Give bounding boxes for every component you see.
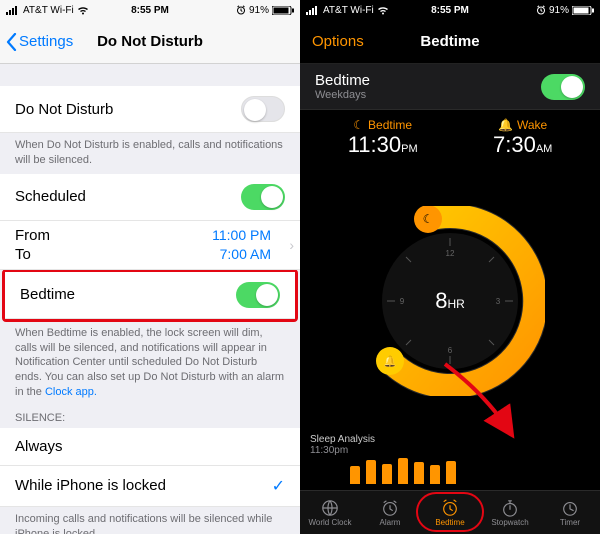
tab-stopwatch[interactable]: Stopwatch	[480, 491, 540, 534]
tab-timer[interactable]: Timer	[540, 491, 600, 534]
nav-title: Do Not Disturb	[97, 33, 203, 50]
options-button[interactable]: Options	[312, 33, 364, 50]
dnd-label: Do Not Disturb	[15, 101, 113, 118]
globe-icon	[320, 499, 340, 517]
highlight-box: Bedtime	[2, 269, 298, 322]
svg-text:12: 12	[446, 249, 455, 258]
wake-time-block: 🔔 Wake 7:30AM	[493, 118, 552, 158]
svg-text:3: 3	[496, 297, 501, 306]
alarm-clock-icon	[380, 499, 400, 517]
battery-icon	[272, 6, 294, 15]
timer-icon	[560, 499, 580, 517]
silence-header: SILENCE:	[0, 406, 300, 428]
nav-bar: Options Bedtime	[300, 20, 600, 64]
bedtime-value: 11:30	[348, 132, 401, 157]
svg-text:☾: ☾	[423, 212, 434, 226]
schedule-time-row[interactable]: From 11:00 PM To 7:00 AM ›	[0, 221, 300, 270]
always-label: Always	[15, 438, 63, 455]
tab-label: Stopwatch	[491, 518, 528, 527]
tab-world-clock[interactable]: World Clock	[300, 491, 360, 534]
battery-icon	[572, 6, 594, 15]
status-bar: AT&T Wi-Fi 8:55 PM 91%	[0, 0, 300, 20]
nav-bar: Settings Do Not Disturb	[0, 20, 300, 64]
moon-icon: ☾	[353, 118, 364, 132]
wake-header: Wake	[517, 118, 547, 132]
sleep-analysis[interactable]: Sleep Analysis 11:30pm	[310, 434, 590, 490]
scheduled-row[interactable]: Scheduled	[0, 174, 300, 221]
wifi-icon	[377, 6, 389, 15]
bedtime-header: Bedtime	[368, 118, 412, 132]
bedtime-screen: AT&T Wi-Fi 8:55 PM 91% Options Bedtime B…	[300, 0, 600, 534]
settings-screen: AT&T Wi-Fi 8:55 PM 91% Settings Do Not D…	[0, 0, 300, 534]
status-bar: AT&T Wi-Fi 8:55 PM 91%	[300, 0, 600, 20]
sleep-analysis-time: 11:30pm	[310, 445, 590, 456]
while-locked-label: While iPhone is locked	[15, 477, 166, 494]
nav-title: Bedtime	[420, 33, 479, 50]
from-value: 11:00 PM	[212, 227, 271, 243]
always-row[interactable]: Always	[0, 428, 300, 466]
svg-text:6: 6	[448, 346, 453, 355]
to-value: 7:00 AM	[220, 246, 271, 262]
bedtime-ampm: PM	[401, 143, 418, 155]
tab-label: Alarm	[380, 518, 401, 527]
svg-text:🔔: 🔔	[383, 355, 397, 368]
bedtime-label: Bedtime	[20, 286, 75, 303]
sleep-dial[interactable]: 12 3 6 9 ☾ 🔔 8HR	[355, 206, 545, 396]
battery-percent: 91%	[549, 5, 569, 16]
bell-icon: 🔔	[498, 118, 513, 132]
wake-ampm: AM	[536, 143, 553, 155]
stopwatch-icon	[500, 499, 520, 517]
bedtime-schedule-cell[interactable]: Bedtime Weekdays	[300, 64, 600, 110]
scheduled-toggle[interactable]	[241, 184, 285, 210]
chevron-right-icon: ›	[289, 237, 294, 253]
bedtime-cell-sub: Weekdays	[315, 89, 370, 101]
sleep-analysis-title: Sleep Analysis	[310, 434, 590, 445]
settings-content: Do Not Disturb When Do Not Disturb is en…	[0, 64, 300, 534]
scheduled-label: Scheduled	[15, 188, 86, 205]
bedtime-enable-toggle[interactable]	[541, 74, 585, 100]
tab-label: World Clock	[309, 518, 352, 527]
battery-percent: 91%	[249, 5, 269, 16]
carrier-label: AT&T Wi-Fi	[23, 5, 74, 16]
clock-app-link[interactable]: Clock app.	[45, 386, 97, 398]
bedtime-toggle[interactable]	[236, 282, 280, 308]
back-button[interactable]: Settings	[6, 20, 73, 63]
dnd-toggle[interactable]	[241, 96, 285, 122]
bedtime-cell-title: Bedtime	[315, 72, 370, 89]
signal-icon	[6, 6, 20, 15]
wake-value: 7:30	[493, 132, 536, 157]
alarm-icon	[536, 5, 546, 15]
tab-alarm[interactable]: Alarm	[360, 491, 420, 534]
carrier-label: AT&T Wi-Fi	[323, 5, 374, 16]
do-not-disturb-row[interactable]: Do Not Disturb	[0, 86, 300, 133]
wifi-icon	[77, 6, 89, 15]
clock-area: ☾ Bedtime 11:30PM 🔔 Wake 7:30AM 12 3	[300, 110, 600, 410]
tab-bar: World Clock Alarm Bedtime Stopwatch Time…	[300, 490, 600, 534]
dnd-footer: When Do Not Disturb is enabled, calls an…	[0, 133, 300, 174]
sleep-bars	[310, 458, 590, 484]
bedtime-row[interactable]: Bedtime	[5, 272, 295, 319]
from-label: From	[15, 227, 50, 244]
bedtime-footer: When Bedtime is enabled, the lock screen…	[0, 321, 300, 406]
highlight-circle	[416, 492, 484, 532]
to-label: To	[15, 246, 31, 263]
while-locked-row[interactable]: While iPhone is locked ✓	[0, 466, 300, 507]
svg-text:9: 9	[400, 297, 405, 306]
tab-label: Timer	[560, 518, 580, 527]
alarm-icon	[236, 5, 246, 15]
signal-icon	[306, 6, 320, 15]
duration-label: 8HR	[435, 288, 465, 314]
chevron-left-icon	[6, 33, 17, 51]
silence-footer: Incoming calls and notifications will be…	[0, 507, 300, 534]
back-label: Settings	[19, 33, 73, 50]
checkmark-icon: ✓	[272, 476, 285, 496]
bedtime-time-block: ☾ Bedtime 11:30PM	[348, 118, 418, 158]
